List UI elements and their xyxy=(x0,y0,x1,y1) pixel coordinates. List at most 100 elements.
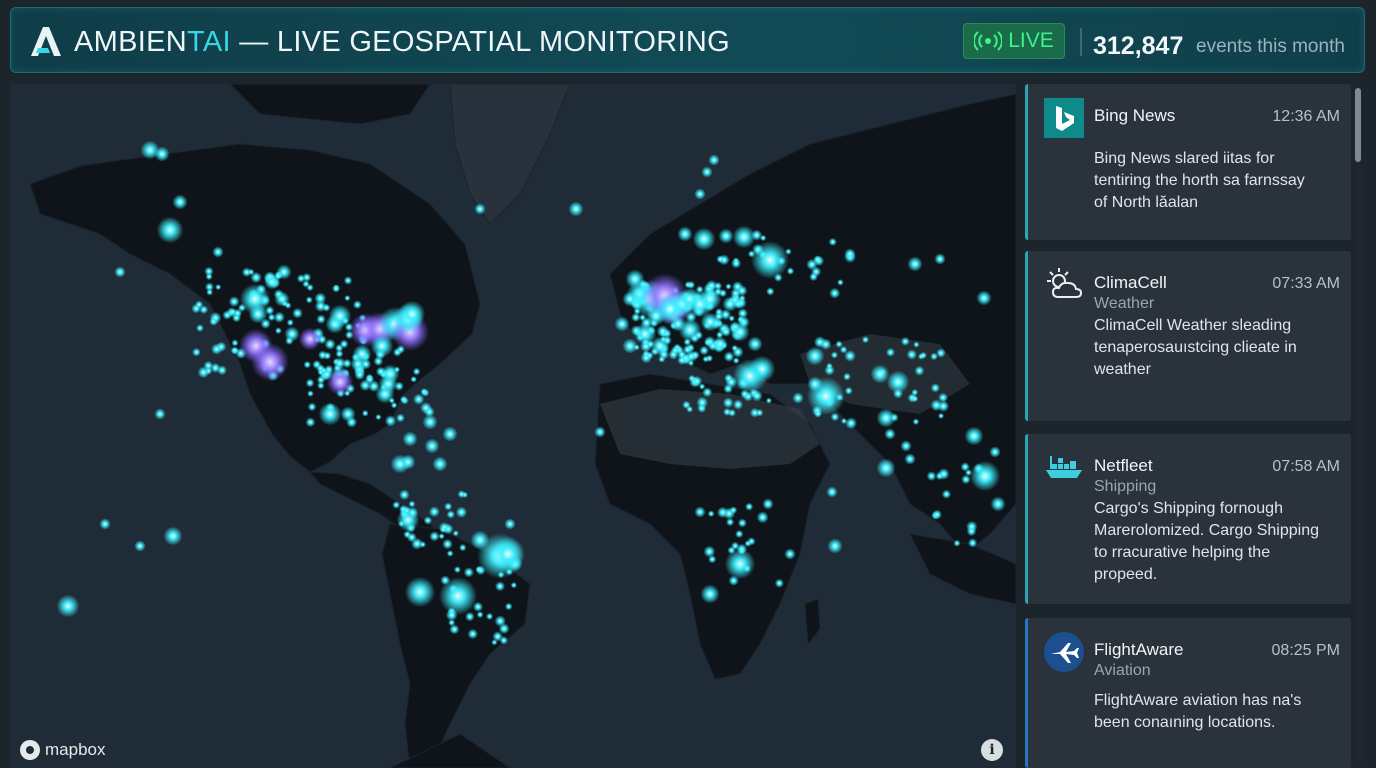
hotspot-cyan[interactable] xyxy=(907,256,923,272)
hotspot-cyan[interactable] xyxy=(594,426,606,438)
hotspot-cyan[interactable] xyxy=(622,291,638,307)
hotspot-cyan[interactable] xyxy=(844,386,853,395)
hotspot-cyan[interactable] xyxy=(732,225,756,249)
hotspot-cyan[interactable] xyxy=(976,290,992,306)
hotspot-cyan[interactable] xyxy=(292,307,303,319)
hotspot-cyan[interactable] xyxy=(670,345,680,355)
hotspot-cyan[interactable] xyxy=(317,381,325,390)
hotspot-cyan[interactable] xyxy=(930,383,941,393)
hotspot-cyan[interactable] xyxy=(731,258,742,269)
hotspot-cyan[interactable] xyxy=(498,623,510,635)
hotspot-cyan[interactable] xyxy=(403,530,412,539)
hotspot-cyan[interactable] xyxy=(420,388,428,396)
hotspot-cyan[interactable] xyxy=(698,287,722,311)
hotspot-cyan[interactable] xyxy=(343,276,353,285)
hotspot-cyan[interactable] xyxy=(731,541,740,551)
hotspot-cyan[interactable] xyxy=(906,349,917,360)
hotspot-cyan[interactable] xyxy=(730,322,750,342)
hotspot-cyan[interactable] xyxy=(384,415,397,427)
hotspot-cyan[interactable] xyxy=(453,566,461,574)
hotspot-cyan[interactable] xyxy=(404,576,436,608)
hotspot-cyan[interactable] xyxy=(723,351,735,363)
hotspot-cyan[interactable] xyxy=(844,248,856,260)
hotspot-cyan[interactable] xyxy=(774,578,784,588)
hotspot-cyan[interactable] xyxy=(402,431,418,447)
hotspot-cyan[interactable] xyxy=(792,392,804,404)
hotspot-cyan[interactable] xyxy=(966,526,977,537)
feed-scrollbar-thumb[interactable] xyxy=(1355,88,1361,162)
hotspot-cyan[interactable] xyxy=(247,268,255,276)
hotspot-cyan[interactable] xyxy=(990,496,1006,512)
hotspot-cyan[interactable] xyxy=(722,397,734,409)
hotspot-cyan[interactable] xyxy=(305,378,315,388)
hotspot-cyan[interactable] xyxy=(318,402,342,426)
hotspot-cyan[interactable] xyxy=(390,401,398,409)
hotspot-cyan[interactable] xyxy=(953,539,961,547)
hotspot-cyan[interactable] xyxy=(840,418,848,425)
hotspot-cyan[interactable] xyxy=(682,400,691,410)
hotspot-cyan[interactable] xyxy=(474,203,486,215)
hotspot-cyan[interactable] xyxy=(919,351,927,359)
hotspot-cyan[interactable] xyxy=(439,526,447,533)
hotspot-cyan[interactable] xyxy=(941,489,952,499)
hotspot-cyan[interactable] xyxy=(568,201,584,217)
hotspot-cyan[interactable] xyxy=(274,291,290,307)
hotspot-cyan[interactable] xyxy=(510,581,518,589)
hotspot-cyan[interactable] xyxy=(900,440,912,452)
hotspot-cyan[interactable] xyxy=(320,366,327,374)
hotspot-cyan[interactable] xyxy=(490,536,526,572)
hotspot-cyan[interactable] xyxy=(99,518,111,530)
hotspot-cyan[interactable] xyxy=(306,283,314,292)
hotspot-cyan[interactable] xyxy=(399,489,410,501)
hotspot-cyan[interactable] xyxy=(756,511,769,524)
hotspot-cyan[interactable] xyxy=(722,296,738,312)
hotspot-cyan[interactable] xyxy=(692,227,716,251)
hotspot-cyan[interactable] xyxy=(476,611,484,619)
hotspot-cyan[interactable] xyxy=(276,264,292,280)
hotspot-cyan[interactable] xyxy=(398,300,426,328)
hotspot-cyan[interactable] xyxy=(196,324,204,332)
hotspot-cyan[interactable] xyxy=(370,334,394,358)
hotspot-cyan[interactable] xyxy=(209,317,218,326)
hotspot-cyan[interactable] xyxy=(723,383,733,394)
hotspot-cyan[interactable] xyxy=(748,355,776,383)
hotspot-cyan[interactable] xyxy=(465,611,475,622)
hotspot-cyan[interactable] xyxy=(205,272,213,281)
hotspot-cyan[interactable] xyxy=(805,346,825,366)
hotspot-cyan[interactable] xyxy=(375,413,382,421)
hotspot-cyan[interactable] xyxy=(690,350,700,360)
hotspot-cyan[interactable] xyxy=(913,341,920,348)
hotspot-cyan[interactable] xyxy=(463,567,474,578)
hotspot-cyan[interactable] xyxy=(682,344,693,355)
hotspot-cyan[interactable] xyxy=(720,326,732,337)
hotspot-cyan[interactable] xyxy=(708,154,720,166)
hotspot-cyan[interactable] xyxy=(340,406,356,422)
hotspot-cyan[interactable] xyxy=(784,548,796,560)
hotspot-cyan[interactable] xyxy=(826,486,838,498)
hotspot-cyan[interactable] xyxy=(353,300,362,310)
hotspot-cyan[interactable] xyxy=(312,359,322,370)
hotspot-cyan[interactable] xyxy=(650,336,670,356)
hotspot-cyan[interactable] xyxy=(843,372,851,381)
hotspot-cyan[interactable] xyxy=(723,407,732,416)
hotspot-cyan[interactable] xyxy=(691,375,703,387)
hotspot-cyan[interactable] xyxy=(361,409,369,417)
hotspot-cyan[interactable] xyxy=(274,327,282,335)
hotspot-cyan[interactable] xyxy=(911,388,919,396)
hotspot-cyan[interactable] xyxy=(303,360,311,369)
hotspot-cyan[interactable] xyxy=(314,300,327,313)
live-status-badge[interactable]: LIVE xyxy=(963,23,1065,59)
hotspot-cyan[interactable] xyxy=(307,390,314,397)
hotspot-cyan[interactable] xyxy=(724,548,756,580)
hotspot-cyan[interactable] xyxy=(305,417,316,428)
hotspot-cyan[interactable] xyxy=(745,502,754,511)
hotspot-cyan[interactable] xyxy=(423,516,433,525)
hotspot-cyan[interactable] xyxy=(807,376,823,392)
hotspot-cyan[interactable] xyxy=(332,284,341,293)
hotspot-cyan[interactable] xyxy=(413,393,425,405)
event-feed[interactable]: Bing News 12:36 AM Bing News slared iita… xyxy=(1025,84,1351,768)
hotspot-cyan[interactable] xyxy=(716,255,725,264)
hotspot-cyan[interactable] xyxy=(824,365,835,376)
hotspot-cyan[interactable] xyxy=(737,308,748,319)
hotspot-cyan[interactable] xyxy=(729,506,738,515)
